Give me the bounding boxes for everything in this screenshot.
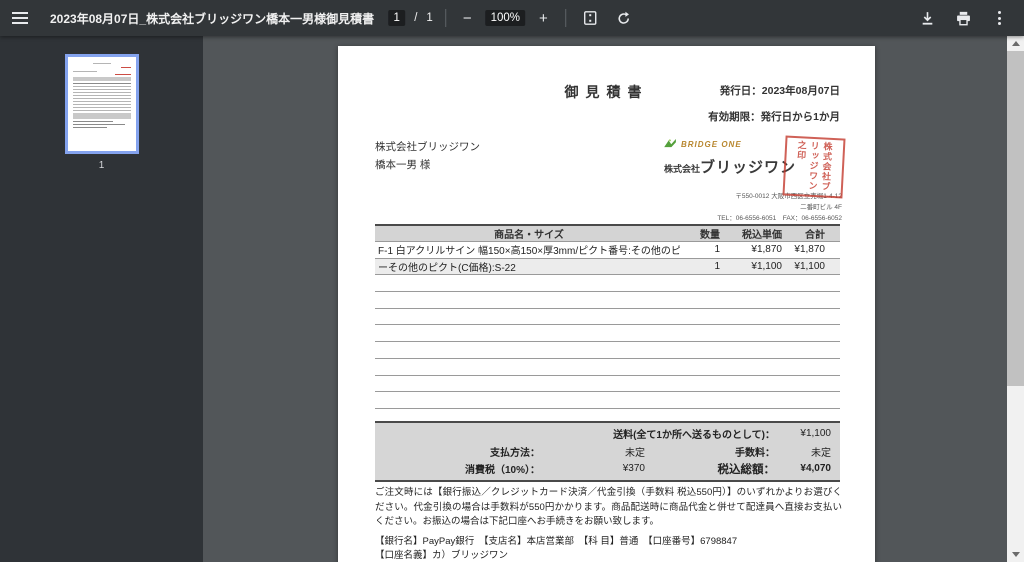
pdf-viewer-app: 2023年08月07日_株式会社ブリッジワン橋本一男様御見積書 1 / 1 − … bbox=[0, 0, 1024, 562]
table-empty-row bbox=[375, 325, 840, 342]
header-total: 合計 bbox=[805, 230, 825, 241]
bank-info-line1: 【銀行名】PayPay銀行 【支店名】本店営業部 【科 目】普通 【口座番号】6… bbox=[375, 536, 738, 547]
toolbar-separator bbox=[564, 9, 566, 27]
thumbnail-sidebar: 1 bbox=[0, 36, 203, 562]
bank-info: 【銀行名】PayPay銀行 【支店名】本店営業部 【科 目】普通 【口座番号】6… bbox=[375, 535, 842, 562]
header-unit-price: 税込単価 bbox=[742, 230, 782, 241]
table-empty-row bbox=[375, 342, 840, 359]
pdf-page: 御見積書 発行日：2023年08月07日 有効期限：発行日から1か月 株式会社ブ… bbox=[338, 46, 875, 562]
page-thumbnail[interactable]: 1 bbox=[64, 54, 139, 171]
table-empty-row bbox=[375, 376, 840, 393]
grand-total-value: ¥4,070 bbox=[800, 463, 831, 475]
print-icon[interactable] bbox=[948, 3, 978, 33]
thumbnail-page-number: 1 bbox=[98, 160, 105, 171]
table-header-row: 商品名・サイズ 数量 税込単価 合計 bbox=[375, 226, 840, 242]
issuer-block: BRIDGE ONE 株式会社ブリッジワン 株式会社ブリッジワン之印 〒550-… bbox=[664, 135, 846, 224]
table-empty-row bbox=[375, 359, 840, 376]
rotate-icon[interactable] bbox=[611, 7, 636, 30]
scroll-down-icon[interactable] bbox=[1007, 547, 1024, 562]
recipient-company: 株式会社ブリッジワン bbox=[375, 141, 480, 153]
summary-row-total: 消費税（10%）： ¥370 税込総額： ¥4,070 bbox=[375, 460, 840, 478]
toolbar: 2023年08月07日_株式会社ブリッジワン橋本一男様御見積書 1 / 1 − … bbox=[0, 0, 1024, 36]
scroll-up-icon[interactable] bbox=[1007, 36, 1024, 51]
tax-label: 消費税（10%）： bbox=[464, 465, 540, 477]
validity-period: 有効期限：発行日から1か月 bbox=[708, 111, 840, 123]
document-viewer: 御見積書 発行日：2023年08月07日 有効期限：発行日から1か月 株式会社ブ… bbox=[203, 36, 1007, 562]
recipient-person: 橋本一男 様 bbox=[375, 159, 431, 171]
page-total: 1 bbox=[426, 12, 433, 24]
zoom-level-input[interactable]: 100% bbox=[485, 10, 526, 26]
table-row: F-1 白アクリルサイン 幅150×高150×厚3mm/ピクト番号:その他のピク… bbox=[375, 242, 840, 259]
page-divider: / bbox=[414, 12, 418, 24]
vertical-scrollbar[interactable] bbox=[1007, 36, 1024, 562]
summary-row-shipping: 送料(全て1か所へ送るものとして)： ¥1,100 bbox=[375, 425, 840, 443]
zoom-out-button[interactable]: − bbox=[458, 7, 477, 30]
thumbnail-page-preview bbox=[64, 54, 139, 154]
more-options-icon[interactable] bbox=[984, 3, 1014, 33]
document-title-label: 2023年08月07日_株式会社ブリッジワン橋本一男様御見積書 bbox=[50, 11, 375, 26]
header-quantity: 数量 bbox=[700, 230, 720, 241]
order-notes: ご注文時には【銀行振込／クレジットカード決済／代金引換（手数料 税込550円）】… bbox=[375, 487, 842, 527]
grand-total-label: 税込総額： bbox=[717, 463, 776, 476]
table-row: ーその他のピクト(C価格):S-22 1 ¥1,100 ¥1,100 bbox=[375, 258, 840, 275]
items-table: 商品名・サイズ 数量 税込単価 合計 F-1 白アクリルサイン 幅150×高15… bbox=[375, 224, 840, 409]
table-empty-row bbox=[375, 392, 840, 409]
table-empty-row bbox=[375, 275, 840, 292]
summary-box: 送料(全て1か所へ送るものとして)： ¥1,100 支払方法： 未定 手数料： … bbox=[375, 421, 840, 482]
menu-icon[interactable] bbox=[12, 6, 36, 30]
zoom-in-button[interactable]: + bbox=[534, 7, 553, 30]
shipping-label: 送料(全て1か所へ送るものとして)： bbox=[613, 430, 775, 442]
payment-method-value: 未定 bbox=[625, 447, 645, 459]
issue-date: 発行日：2023年08月07日 bbox=[719, 85, 840, 97]
table-empty-row bbox=[375, 309, 840, 326]
company-logo-icon bbox=[664, 135, 677, 153]
company-seal-stamp: 株式会社ブリッジワン之印 bbox=[782, 135, 846, 199]
recipient-block: 株式会社ブリッジワン 橋本一男 様 bbox=[375, 138, 480, 174]
tax-value: ¥370 bbox=[622, 463, 645, 475]
toolbar-separator bbox=[444, 9, 446, 27]
download-icon[interactable] bbox=[912, 3, 942, 33]
bank-info-line2: 【口座名義】カ）ブリッジワン bbox=[375, 549, 509, 561]
payment-method-label: 支払方法： bbox=[490, 447, 540, 459]
summary-row-payment: 支払方法： 未定 手数料： 未定 bbox=[375, 443, 840, 461]
fit-page-icon[interactable] bbox=[578, 7, 602, 29]
shipping-value: ¥1,100 bbox=[800, 428, 831, 440]
scrollbar-thumb[interactable] bbox=[1007, 51, 1024, 386]
page-number-input[interactable]: 1 bbox=[388, 10, 406, 26]
table-empty-row bbox=[375, 292, 840, 309]
fee-value: 未定 bbox=[811, 447, 831, 459]
table-empty-rows bbox=[375, 275, 840, 409]
logo-text: BRIDGE ONE bbox=[681, 139, 742, 149]
fee-label: 手数料： bbox=[735, 447, 775, 459]
header-item-name: 商品名・サイズ bbox=[494, 230, 564, 241]
